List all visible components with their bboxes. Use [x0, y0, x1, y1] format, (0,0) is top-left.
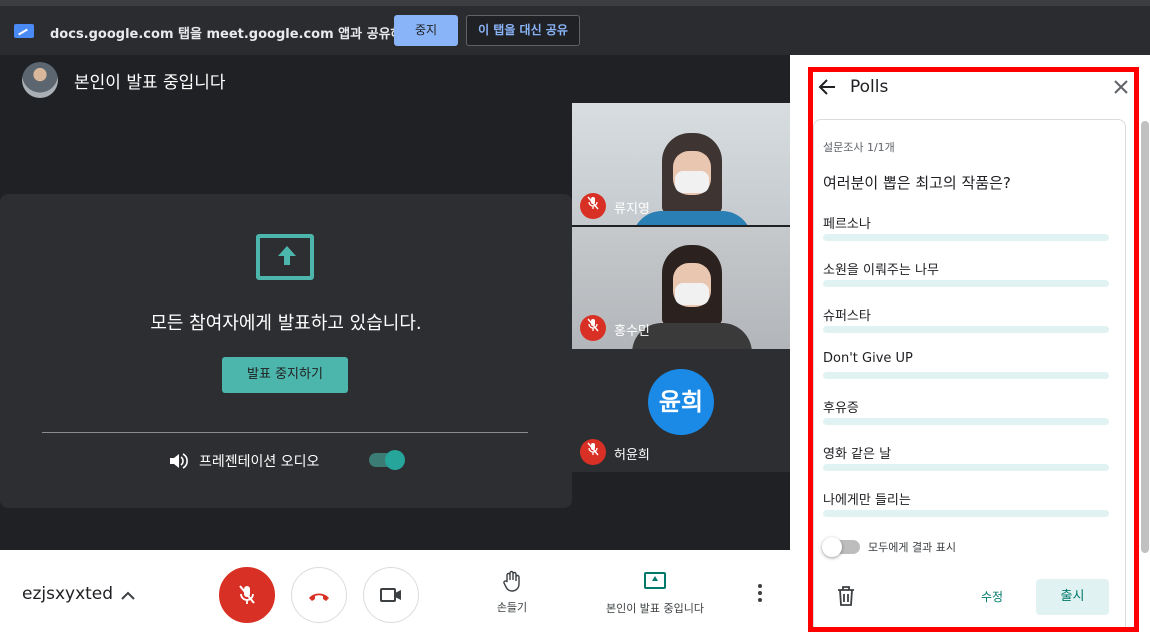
meeting-controls-bar: ezjsxyxted 손들기 본인이 발표 중입니다: [0, 550, 790, 638]
stop-presenting-button[interactable]: 발표 중지하기: [222, 357, 348, 393]
hand-icon: [482, 570, 542, 596]
microphone-toggle-button[interactable]: [219, 567, 275, 623]
divider: [42, 432, 528, 433]
share-this-tab-button[interactable]: 이 탭을 대신 공유: [466, 15, 580, 46]
participant-video: [632, 245, 752, 349]
participant-name: 홍수민: [614, 324, 650, 339]
participant-tile[interactable]: 윤희 허윤희: [572, 349, 790, 472]
present-now-button[interactable]: 본인이 발표 중입니다: [596, 572, 714, 616]
toggle-knob: [385, 450, 405, 470]
present-screen-icon: [256, 234, 314, 280]
raise-hand-label: 손들기: [496, 601, 528, 614]
leave-call-button[interactable]: [291, 567, 347, 623]
participant-video: [632, 133, 752, 225]
chevron-up-icon[interactable]: [121, 586, 135, 605]
participant-avatar: 윤희: [648, 369, 714, 435]
speaker-icon: [168, 451, 188, 471]
present-now-label: 본인이 발표 중입니다: [605, 602, 705, 615]
presenting-card: 모든 참여자에게 발표하고 있습니다. 발표 중지하기 프레젠테이션 오디오: [0, 194, 572, 508]
present-screen-icon: [644, 572, 666, 589]
camera-toggle-button[interactable]: [363, 567, 419, 623]
share-status-text: docs.google.com 탭을 meet.google.com 앱과 공유…: [50, 27, 431, 42]
participant-name: 류지영: [614, 202, 650, 217]
raise-hand-button[interactable]: 손들기: [482, 570, 542, 615]
mic-off-icon: [580, 193, 606, 219]
presentation-audio-toggle[interactable]: [369, 450, 405, 470]
participant-tile[interactable]: 홍수민: [572, 227, 790, 349]
screen-share-icon: [14, 24, 34, 38]
presenter-label: 본인이 발표 중입니다: [74, 73, 226, 93]
stop-sharing-button[interactable]: 중지: [394, 15, 458, 46]
presentation-audio-label: 프레젠테이션 오디오: [199, 454, 320, 470]
presenter-avatar: [22, 62, 58, 98]
participant-name: 허윤희: [614, 448, 650, 463]
meeting-stage: 본인이 발표 중입니다 모든 참여자에게 발표하고 있습니다. 발표 중지하기 …: [0, 55, 790, 550]
mic-off-icon: [580, 315, 606, 341]
panel-scrollbar[interactable]: [1141, 121, 1149, 553]
mic-off-icon: [580, 439, 606, 465]
highlight-frame: [808, 67, 1139, 632]
presenting-message: 모든 참여자에게 발표하고 있습니다.: [150, 313, 422, 334]
participant-tile[interactable]: 류지영: [572, 103, 790, 225]
meeting-code[interactable]: ezjsxyxted: [22, 584, 113, 604]
more-options-icon[interactable]: [752, 584, 768, 602]
screen-share-bar: docs.google.com 탭을 meet.google.com 앱과 공유…: [0, 0, 1150, 55]
